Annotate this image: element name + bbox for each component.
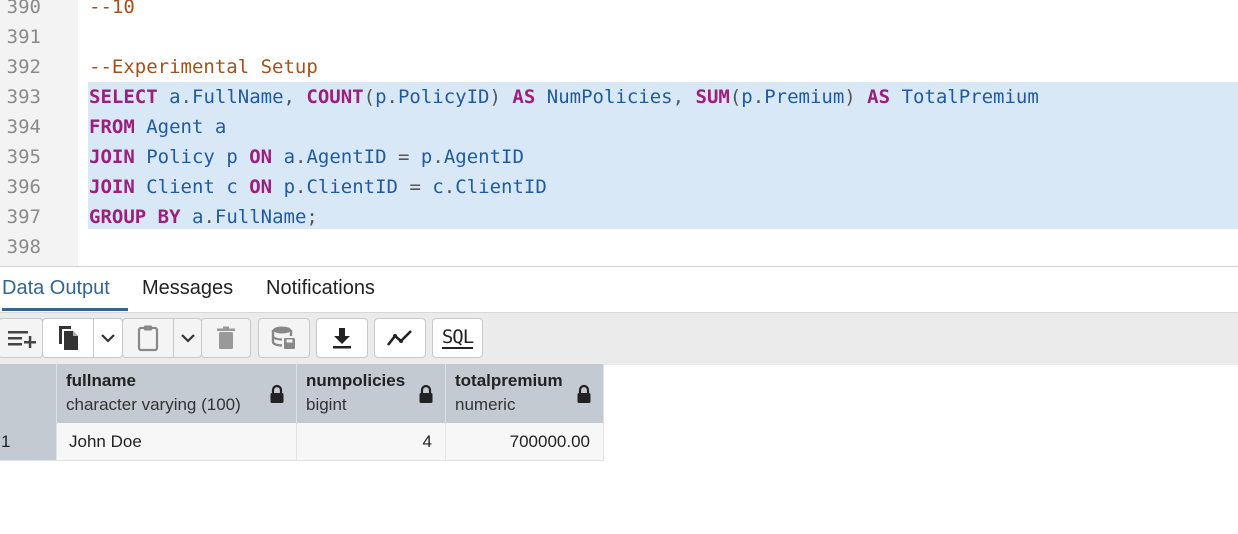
code-text: JOIN Policy p ON a.AgentID = p.AgentID — [89, 146, 524, 168]
column-name: numpolicies — [306, 371, 406, 390]
code-text: SELECT a.FullName, COUNT(p.PolicyID) AS … — [89, 86, 1039, 108]
table-cell[interactable]: 4 — [297, 423, 446, 461]
column-header-totalpremium[interactable]: totalpremium numeric — [446, 364, 604, 423]
paste-button-group — [122, 318, 202, 358]
column-name: totalpremium — [455, 371, 563, 390]
copy-icon[interactable] — [43, 319, 93, 357]
line-number: 394 — [6, 116, 41, 138]
table-cell[interactable]: John Doe — [57, 423, 297, 461]
editor-line[interactable]: 396 JOIN Client c ON p.ClientID = c.Clie… — [0, 172, 1238, 202]
add-row-icon — [0, 319, 42, 357]
copy-button-group — [42, 318, 123, 358]
download-icon — [317, 319, 367, 357]
sql-icon: SQL — [433, 319, 482, 357]
save-data-icon — [259, 319, 309, 357]
chevron-down-icon[interactable] — [174, 319, 202, 357]
paste-icon[interactable] — [123, 319, 173, 357]
output-tabs: Data Output Messages Notifications — [0, 267, 1238, 311]
row-number-header[interactable] — [0, 364, 57, 423]
line-number: 392 — [6, 56, 41, 78]
line-number: 395 — [6, 146, 41, 168]
code-text: GROUP BY a.FullName; — [89, 206, 318, 228]
editor-line[interactable]: 393 SELECT a.FullName, COUNT(p.PolicyID)… — [0, 82, 1238, 112]
column-type: character varying (100) — [66, 395, 241, 414]
editor-line[interactable]: 390 --10 — [0, 0, 1238, 22]
column-header-fullname[interactable]: fullname character varying (100) — [57, 364, 297, 423]
line-number: 397 — [6, 206, 41, 228]
line-number: 396 — [6, 176, 41, 198]
delete-icon — [202, 319, 250, 357]
data-output-toolbar: SQL — [0, 312, 1238, 365]
tab-data-output[interactable]: Data Output — [2, 267, 128, 311]
editor-line[interactable]: 394 FROM Agent a — [0, 112, 1238, 142]
lock-icon — [577, 384, 591, 403]
sql-label: SQL — [441, 326, 474, 349]
line-number: 398 — [6, 236, 41, 258]
save-data-button[interactable] — [258, 318, 310, 358]
editor-line[interactable]: 391 — [0, 22, 1238, 52]
code-text: FROM Agent a — [89, 116, 227, 138]
line-number: 390 — [6, 0, 41, 18]
sql-editor[interactable]: 390 --10 391 392 --Experimental Setup 39… — [0, 0, 1238, 266]
lock-icon — [270, 384, 284, 403]
column-header-numpolicies[interactable]: numpolicies bigint — [297, 364, 446, 423]
lock-icon — [419, 384, 433, 403]
selection-highlight — [88, 112, 1238, 142]
column-type: bigint — [306, 395, 347, 414]
tab-notifications[interactable]: Notifications — [266, 267, 375, 311]
code-comment: --Experimental Setup — [89, 56, 318, 78]
editor-line[interactable]: 395 JOIN Policy p ON a.AgentID = p.Agent… — [0, 142, 1238, 172]
download-button[interactable] — [316, 318, 368, 358]
table-cell[interactable]: 700000.00 — [446, 423, 604, 461]
delete-button[interactable] — [201, 318, 251, 358]
sql-button[interactable]: SQL — [432, 318, 483, 358]
tab-messages[interactable]: Messages — [142, 267, 233, 311]
editor-line[interactable]: 397 GROUP BY a.FullName; — [0, 202, 1238, 232]
column-name: fullname — [66, 371, 136, 390]
graph-visualiser-button[interactable] — [374, 318, 426, 358]
code-comment: --10 — [89, 0, 135, 18]
line-number: 391 — [6, 26, 41, 48]
row-number-cell[interactable]: 1 — [0, 423, 57, 461]
line-number: 393 — [6, 86, 41, 108]
graph-icon — [375, 319, 425, 357]
add-row-button[interactable] — [0, 318, 43, 358]
column-type: numeric — [455, 395, 516, 414]
code-text: JOIN Client c ON p.ClientID = c.ClientID — [89, 176, 547, 198]
chevron-down-icon[interactable] — [94, 319, 122, 357]
editor-line[interactable]: 398 — [0, 232, 1238, 262]
editor-line[interactable]: 392 --Experimental Setup — [0, 52, 1238, 82]
